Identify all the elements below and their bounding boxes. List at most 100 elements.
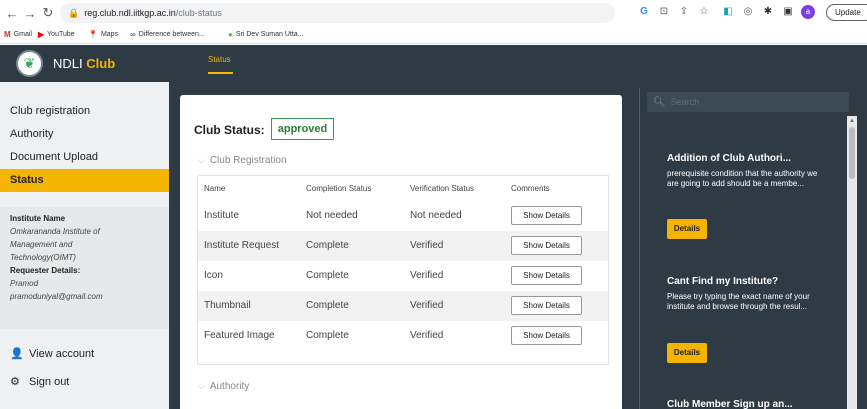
sign-out-link[interactable]: ⚙ Sign out — [10, 375, 70, 389]
sidebar-item-document-upload[interactable]: Document Upload — [0, 146, 169, 169]
table-row: Icon Complete Verified Show Details — [198, 261, 608, 291]
row-name: Thumbnail — [204, 300, 251, 311]
row-completion: Complete — [306, 330, 349, 341]
sidebar-item-club-registration[interactable]: Club registration — [0, 100, 169, 123]
row-name: Featured Image — [204, 330, 275, 341]
table-row: Institute Request Complete Verified Show… — [198, 231, 608, 261]
row-completion: Complete — [306, 270, 349, 281]
show-details-button[interactable]: Show Details — [511, 296, 582, 315]
extensions-puzzle-icon[interactable]: ✱ — [761, 5, 775, 19]
notice-title[interactable]: Cant Find my Institute? — [667, 276, 778, 287]
column-header: Completion Status — [306, 184, 372, 193]
sidebar-item-authority[interactable]: Authority — [0, 123, 169, 146]
browser-address-bar: ← → ↻ 🔒 reg.club.ndl.iitkgp.ac.in/club-s… — [0, 0, 867, 26]
row-name: Icon — [204, 270, 223, 281]
status-card: Club Status: approved ⌵ Club Registration… — [180, 95, 622, 409]
extension-circle-icon[interactable]: ◎ — [741, 5, 755, 19]
gmail-icon: M — [4, 30, 11, 39]
notice-panel: 🔍︎ ▲ Addition of Club Authori... prerequ… — [630, 45, 867, 409]
install-icon[interactable]: ⊡ — [657, 5, 671, 19]
profile-avatar[interactable]: a — [801, 5, 815, 19]
section-title: Authority — [209, 381, 250, 392]
lock-icon: 🔒 — [68, 7, 80, 18]
panel-divider — [639, 88, 640, 409]
row-verification: Verified — [410, 330, 444, 341]
bookmark-youtube[interactable]: ▶ YouTube — [38, 30, 75, 39]
bookmark-gmail[interactable]: M Gmail — [4, 30, 32, 39]
notice-title[interactable]: Addition of Club Authori... — [667, 153, 791, 164]
forward-arrow-icon[interactable]: → — [21, 6, 39, 21]
side-panel-icon[interactable]: ▣ — [781, 5, 795, 19]
view-account-link[interactable]: 👤 View account — [10, 347, 95, 361]
sidebar-item-status[interactable]: Status — [0, 169, 169, 192]
status-table: Name Completion Status Verification Stat… — [197, 175, 609, 365]
row-completion: Complete — [306, 300, 349, 311]
section-title: Club Registration — [209, 155, 287, 166]
share-icon[interactable]: ⇪ — [677, 5, 691, 19]
back-arrow-icon[interactable]: ← — [3, 6, 21, 21]
logo-band: ❦ NDLI Club — [0, 45, 169, 82]
chevron-down-icon: ⌵ — [198, 381, 205, 391]
gear-icon: ⚙ — [10, 376, 20, 388]
show-details-button[interactable]: Show Details — [511, 326, 582, 345]
top-nav: Status — [169, 45, 630, 78]
bookmark-difference[interactable]: ∞ Difference between... — [130, 30, 205, 39]
notice-body: Please try typing the exact name of your… — [667, 292, 810, 311]
tab-active-indicator — [208, 72, 233, 74]
reload-icon[interactable]: ↻ — [39, 5, 57, 21]
search-icon: 🔍︎ — [653, 96, 666, 108]
institute-name-line: Management and — [10, 240, 73, 249]
status-badge: approved — [271, 118, 334, 140]
bookmark-label: Difference between... — [138, 31, 205, 38]
bookmark-label: Gmail — [13, 31, 32, 38]
show-details-button[interactable]: Show Details — [511, 266, 582, 285]
search-input[interactable] — [670, 97, 841, 107]
bookmark-sri-dev[interactable]: ● Sri Dev Suman Utta... — [228, 30, 304, 39]
browser-update-button[interactable]: Update — [826, 4, 867, 21]
google-g-icon[interactable]: G — [637, 5, 651, 19]
row-completion: Not needed — [306, 210, 358, 221]
brand-name: NDLI — [53, 56, 83, 71]
scroll-thumb[interactable] — [849, 127, 855, 179]
table-row: Featured Image Complete Verified Show De… — [198, 321, 608, 351]
table-header: Name Completion Status Verification Stat… — [198, 176, 608, 201]
section-club-registration[interactable]: ⌵ Club Registration — [198, 155, 287, 166]
row-verification: Verified — [410, 300, 444, 311]
column-header: Comments — [511, 184, 550, 193]
maps-pin-icon: 📍 — [88, 30, 98, 39]
sign-out-label: Sign out — [29, 375, 70, 388]
tab-status[interactable]: Status — [208, 55, 231, 64]
row-verification: Verified — [410, 270, 444, 281]
brand-title[interactable]: NDLI Club — [53, 56, 115, 71]
scroll-up-icon[interactable]: ▲ — [847, 116, 857, 126]
notice-title[interactable]: Club Member Sign up an... — [667, 399, 793, 409]
show-details-button[interactable]: Show Details — [511, 206, 582, 225]
extension-teal-icon[interactable]: ◧ — [721, 5, 735, 19]
institute-name-line: Technology(OIMT) — [10, 253, 76, 262]
url-path: /club-status — [175, 8, 222, 18]
details-button[interactable]: Details — [667, 219, 707, 239]
table-row: Thumbnail Complete Verified Show Details — [198, 291, 608, 321]
table-row: Institute Not needed Not needed Show Det… — [198, 201, 608, 231]
club-status-label: Club Status: — [194, 123, 265, 137]
requester-label: Requester Details: — [10, 266, 81, 275]
star-bookmark-icon[interactable]: ☆ — [697, 5, 711, 19]
details-button[interactable]: Details — [667, 343, 707, 363]
institute-info: Institute Name Omkarananda Institute of … — [0, 207, 169, 329]
ndli-logo-icon[interactable]: ❦ — [16, 50, 43, 77]
bookmark-maps[interactable]: 📍 Maps — [88, 30, 118, 39]
notice-scrollbar[interactable]: ▲ — [847, 116, 857, 409]
search-field[interactable]: 🔍︎ — [647, 92, 849, 112]
bookmarks-bar: M Gmail ▶ YouTube 📍 Maps ∞ Difference betwee… — [0, 26, 867, 44]
show-details-button[interactable]: Show Details — [511, 236, 582, 255]
view-account-label: View account — [29, 347, 95, 360]
row-name: Institute — [204, 210, 240, 221]
url-field[interactable]: 🔒 reg.club.ndl.iitkgp.ac.in/club-status — [60, 3, 615, 23]
section-authority[interactable]: ⌵ Authority — [198, 381, 249, 392]
bookmark-label: Sri Dev Suman Utta... — [235, 31, 304, 38]
globe-icon: ● — [228, 30, 233, 39]
requester-email: pramoduniyal@gmail.com — [10, 292, 103, 301]
column-header: Name — [204, 184, 226, 193]
bookmark-label: YouTube — [47, 31, 75, 38]
row-name: Institute Request — [204, 240, 280, 251]
